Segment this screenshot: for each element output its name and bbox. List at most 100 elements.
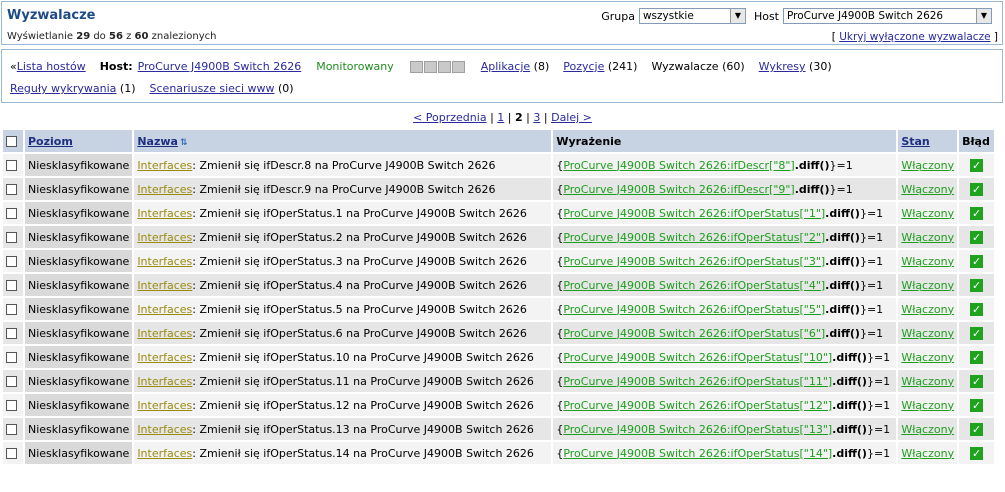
next-page-link[interactable]: Dalej > <box>551 111 592 124</box>
trigger-name-link[interactable]: : Zmienił się ifOperStatus.5 na ProCurve… <box>192 303 527 316</box>
trigger-name-link[interactable]: : Zmienił się ifOperStatus.2 na ProCurve… <box>192 231 527 244</box>
row-checkbox[interactable] <box>6 328 17 339</box>
select-all-checkbox[interactable] <box>6 136 17 147</box>
row-checkbox[interactable] <box>6 232 17 243</box>
status-toggle-link[interactable]: Włączony <box>901 183 954 196</box>
sort-name-link[interactable]: Nazwa <box>137 135 178 148</box>
status-toggle-link[interactable]: Włączony <box>901 423 954 436</box>
application-link[interactable]: Interfaces <box>137 183 192 196</box>
row-checkbox[interactable] <box>6 424 17 435</box>
severity-cell: Niesklasyfikowane <box>25 274 133 296</box>
items-link[interactable]: Pozycje <box>563 60 604 73</box>
status-toggle-link[interactable]: Włączony <box>901 399 954 412</box>
trigger-name-link[interactable]: : Zmienił się ifOperStatus.11 na ProCurv… <box>192 375 534 388</box>
applications-link[interactable]: Aplikacje <box>481 60 530 73</box>
row-checkbox[interactable] <box>6 400 17 411</box>
expression-item-link[interactable]: ProCurve J4900B Switch 2626:ifOperStatus… <box>563 231 825 244</box>
sort-level-link[interactable]: Poziom <box>28 135 73 148</box>
row-checkbox[interactable] <box>6 280 17 291</box>
application-link[interactable]: Interfaces <box>137 303 192 316</box>
row-checkbox[interactable] <box>6 304 17 315</box>
group-select[interactable]: wszystkie ▼ <box>638 8 746 24</box>
expression-item-link[interactable]: ProCurve J4900B Switch 2626:ifOperStatus… <box>563 423 832 436</box>
severity-cell: Niesklasyfikowane <box>25 298 133 320</box>
status-toggle-link[interactable]: Włączony <box>901 231 954 244</box>
host-list-link[interactable]: Lista hostów <box>17 60 86 73</box>
graphs-link[interactable]: Wykresy <box>759 60 806 73</box>
row-checkbox[interactable] <box>6 352 17 363</box>
expression-item-link[interactable]: ProCurve J4900B Switch 2626:ifOperStatus… <box>563 351 832 364</box>
expr-function: .diff() <box>832 422 867 436</box>
expression-cell: {ProCurve J4900B Switch 2626:ifOperStatu… <box>553 202 897 224</box>
application-link[interactable]: Interfaces <box>137 447 192 460</box>
row-checkbox[interactable] <box>6 448 17 459</box>
web-scenarios-link[interactable]: Scenariusze sieci www <box>150 82 275 95</box>
chevron-down-icon[interactable]: ▼ <box>729 9 745 23</box>
expr-brace-close: }=1 <box>829 182 853 196</box>
expression-item-link[interactable]: ProCurve J4900B Switch 2626:ifDescr["8"] <box>563 159 794 172</box>
expression-item-link[interactable]: ProCurve J4900B Switch 2626:ifOperStatus… <box>563 447 832 460</box>
trigger-name-link[interactable]: : Zmienił się ifOperStatus.4 na ProCurve… <box>192 279 527 292</box>
status-toggle-link[interactable]: Włączony <box>901 279 954 292</box>
trigger-name-link[interactable]: : Zmienił się ifDescr.8 na ProCurve J490… <box>192 159 495 172</box>
application-link[interactable]: Interfaces <box>137 231 192 244</box>
application-link[interactable]: Interfaces <box>137 399 192 412</box>
application-link[interactable]: Interfaces <box>137 351 192 364</box>
count-from: 29 <box>76 31 91 42</box>
trigger-name-link[interactable]: : Zmienił się ifOperStatus.6 na ProCurve… <box>192 327 527 340</box>
application-link[interactable]: Interfaces <box>137 423 192 436</box>
hide-disabled-link[interactable]: Ukryj wyłączone wyzwalacze <box>839 31 990 43</box>
expression-item-link[interactable]: ProCurve J4900B Switch 2626:ifOperStatus… <box>563 279 825 292</box>
row-checkbox[interactable] <box>6 376 17 387</box>
page-separator: | <box>490 111 494 124</box>
page-3-link[interactable]: 3 <box>533 111 540 124</box>
expression-item-link[interactable]: ProCurve J4900B Switch 2626:ifOperStatus… <box>563 375 832 388</box>
status-toggle-link[interactable]: Włączony <box>901 159 954 172</box>
trigger-name-link[interactable]: : Zmienił się ifDescr.9 na ProCurve J490… <box>192 183 495 196</box>
row-checkbox[interactable] <box>6 184 17 195</box>
expression-cell: {ProCurve J4900B Switch 2626:ifOperStatu… <box>553 274 897 296</box>
trigger-name-link[interactable]: : Zmienił się ifOperStatus.12 na ProCurv… <box>192 399 534 412</box>
status-toggle-link[interactable]: Włączony <box>901 303 954 316</box>
error-cell: ✓ <box>959 226 995 248</box>
expression-item-link[interactable]: ProCurve J4900B Switch 2626:ifOperStatus… <box>563 327 825 340</box>
row-checkbox[interactable] <box>6 256 17 267</box>
severity-cell: Niesklasyfikowane <box>25 226 133 248</box>
application-link[interactable]: Interfaces <box>137 279 192 292</box>
status-toggle-link[interactable]: Włączony <box>901 351 954 364</box>
status-toggle-link[interactable]: Włączony <box>901 375 954 388</box>
application-link[interactable]: Interfaces <box>137 207 192 220</box>
discovery-rules-link[interactable]: Reguły wykrywania <box>10 82 116 95</box>
chevron-down-icon[interactable]: ▼ <box>976 9 991 23</box>
expr-function: .diff() <box>794 182 830 196</box>
graphs-count: (30) <box>809 60 832 73</box>
row-checkbox[interactable] <box>6 160 17 171</box>
expression-item-link[interactable]: ProCurve J4900B Switch 2626:ifOperStatus… <box>563 303 825 316</box>
triggers-table: Poziom Nazwa ⇅ Wyrażenie Stan Błąd Nieskl… <box>1 128 996 466</box>
expression-item-link[interactable]: ProCurve J4900B Switch 2626:ifOperStatus… <box>563 207 825 220</box>
expression-item-link[interactable]: ProCurve J4900B Switch 2626:ifDescr["9"] <box>563 183 794 196</box>
error-cell: ✓ <box>959 178 995 200</box>
host-select[interactable]: ProCurve J4900B Switch 2626 ▼ <box>783 8 992 24</box>
application-link[interactable]: Interfaces <box>137 159 192 172</box>
status-toggle-link[interactable]: Włączony <box>901 447 954 460</box>
sort-status-link[interactable]: Stan <box>901 135 929 148</box>
prev-page-link[interactable]: < Poprzednia <box>413 111 486 124</box>
trigger-name-link[interactable]: : Zmienił się ifOperStatus.3 na ProCurve… <box>192 255 527 268</box>
trigger-name-link[interactable]: : Zmienił się ifOperStatus.1 na ProCurve… <box>192 207 527 220</box>
host-name-link[interactable]: ProCurve J4900B Switch 2626 <box>138 60 302 73</box>
status-toggle-link[interactable]: Włączony <box>901 327 954 340</box>
application-link[interactable]: Interfaces <box>137 255 192 268</box>
application-link[interactable]: Interfaces <box>137 375 192 388</box>
trigger-name-link[interactable]: : Zmienił się ifOperStatus.14 na ProCurv… <box>192 447 534 460</box>
trigger-name-link[interactable]: : Zmienił się ifOperStatus.10 na ProCurv… <box>192 351 534 364</box>
snmp-icon <box>423 60 437 73</box>
application-link[interactable]: Interfaces <box>137 327 192 340</box>
trigger-name-link[interactable]: : Zmienił się ifOperStatus.13 na ProCurv… <box>192 423 534 436</box>
expression-item-link[interactable]: ProCurve J4900B Switch 2626:ifOperStatus… <box>563 399 832 412</box>
expression-item-link[interactable]: ProCurve J4900B Switch 2626:ifOperStatus… <box>563 255 825 268</box>
status-toggle-link[interactable]: Włączony <box>901 255 954 268</box>
status-toggle-link[interactable]: Włączony <box>901 207 954 220</box>
page-1-link[interactable]: 1 <box>497 111 504 124</box>
row-checkbox[interactable] <box>6 208 17 219</box>
